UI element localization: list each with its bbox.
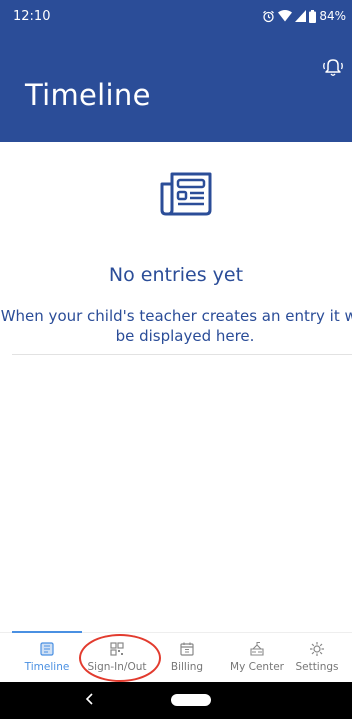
home-button[interactable] xyxy=(171,694,211,706)
back-icon[interactable] xyxy=(84,692,96,706)
alarm-icon xyxy=(263,10,275,22)
tab-settings[interactable]: Settings xyxy=(282,639,352,673)
page-title: Timeline xyxy=(25,78,151,112)
tab-label: Sign-In/Out xyxy=(87,661,147,673)
status-time: 12:10 xyxy=(13,9,51,24)
tab-label: Settings xyxy=(295,661,339,673)
wifi-icon xyxy=(278,10,293,22)
battery-level: 84% xyxy=(319,9,346,23)
newspaper-icon xyxy=(160,172,212,216)
qr-code-icon xyxy=(110,642,124,656)
app-header: Timeline xyxy=(0,36,352,142)
status-indicators: 84% xyxy=(262,9,346,23)
battery-icon xyxy=(309,9,317,23)
notification-bell-icon[interactable] xyxy=(320,54,346,80)
status-bar: 12:10 84% xyxy=(0,0,352,36)
content-divider xyxy=(12,354,352,355)
gear-icon xyxy=(310,642,324,656)
tab-label: Billing xyxy=(170,661,204,673)
school-building-icon xyxy=(250,642,264,656)
tab-sign-in-out[interactable]: Sign-In/Out xyxy=(82,639,152,673)
system-navigation-bar xyxy=(0,682,352,719)
cell-signal-icon xyxy=(295,10,307,22)
tab-billing[interactable]: Billing xyxy=(152,639,222,673)
tab-label: Timeline xyxy=(24,661,70,673)
bottom-navigation: Timeline Sign-In/Out Billing My Center S… xyxy=(0,631,352,683)
active-tab-indicator xyxy=(12,631,82,633)
empty-state-description: When your child's teacher creates an ent… xyxy=(0,307,352,345)
newspaper-icon xyxy=(40,642,54,656)
calendar-icon xyxy=(180,642,194,656)
empty-state-title: No entries yet xyxy=(108,264,244,286)
tab-timeline[interactable]: Timeline xyxy=(12,639,82,673)
